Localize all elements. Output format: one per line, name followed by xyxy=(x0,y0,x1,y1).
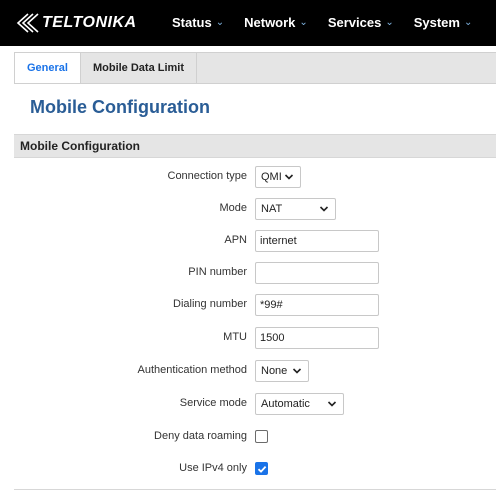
nav-item-label: Services xyxy=(327,15,382,30)
authentication-method-value: None xyxy=(261,365,288,377)
teltonika-logo-icon xyxy=(16,13,39,33)
mode-value: NAT xyxy=(261,203,283,215)
connection-type-row: Connection type QMI xyxy=(0,166,496,188)
nav-item-label: Status xyxy=(172,15,212,30)
service-mode-row: Service mode Automatic xyxy=(0,393,496,415)
chevron-down-icon: ⌄ xyxy=(463,17,473,28)
apn-label: APN xyxy=(224,234,247,246)
pin-number-input[interactable] xyxy=(255,262,379,284)
chevron-down-icon: ⌄ xyxy=(385,17,394,28)
brand-name: TELTONIKA xyxy=(42,14,137,31)
mtu-row: MTU 1500 xyxy=(0,327,496,349)
mtu-input[interactable]: 1500 xyxy=(255,327,379,349)
deny-data-roaming-checkbox[interactable] xyxy=(255,430,268,443)
service-mode-value: Automatic xyxy=(261,398,310,410)
apn-row: APN internet xyxy=(0,230,496,252)
connection-type-label: Connection type xyxy=(167,170,248,182)
mode-row: Mode NAT xyxy=(0,198,496,220)
service-mode-select[interactable]: Automatic xyxy=(255,393,344,415)
nav-item-label: System xyxy=(413,15,460,30)
chevron-down-icon xyxy=(292,368,302,374)
dialing-number-input[interactable]: *99# xyxy=(255,294,379,316)
chevron-down-icon xyxy=(319,206,329,212)
use-ipv4-only-row: Use IPv4 only xyxy=(0,458,496,480)
dialing-number-row: Dialing number *99# xyxy=(0,294,496,316)
use-ipv4-only-checkbox[interactable] xyxy=(255,462,268,475)
tab-mobile-data-limit[interactable]: Mobile Data Limit xyxy=(81,53,198,83)
connection-type-select[interactable]: QMI xyxy=(255,166,301,188)
teltonika-logo[interactable]: TELTONIKA xyxy=(14,12,137,34)
top-navigation-bar: TELTONIKA Status ⌄ Network ⌄ Services ⌄ Sys… xyxy=(0,0,496,46)
chevron-down-icon: ⌄ xyxy=(215,17,225,28)
service-mode-label: Service mode xyxy=(179,397,247,409)
chevron-down-icon xyxy=(284,174,294,180)
deny-data-roaming-row: Deny data roaming xyxy=(0,426,496,448)
connection-type-value: QMI xyxy=(261,171,282,183)
nav-item-network[interactable]: Network ⌄ xyxy=(244,15,308,30)
chevron-down-icon xyxy=(327,401,337,407)
tab-general[interactable]: General xyxy=(15,53,81,83)
tab-strip: General Mobile Data Limit xyxy=(14,52,496,84)
nav-item-label: Network xyxy=(244,15,296,30)
authentication-method-row: Authentication method None xyxy=(0,360,496,382)
chevron-down-icon: ⌄ xyxy=(299,17,308,28)
section-header: Mobile Configuration xyxy=(14,134,496,158)
tab-bar: General Mobile Data Limit xyxy=(0,46,496,84)
checkmark-icon xyxy=(257,465,266,473)
main-menu: Status ⌄ Network ⌄ Services ⌄ System ⌄ xyxy=(172,15,492,30)
apn-input[interactable]: internet xyxy=(255,230,379,252)
authentication-method-label: Authentication method xyxy=(137,364,247,376)
nav-item-status[interactable]: Status ⌄ xyxy=(172,15,224,30)
mode-label: Mode xyxy=(219,202,247,214)
divider xyxy=(14,489,496,490)
page-title: Mobile Configuration xyxy=(30,97,210,117)
deny-data-roaming-label: Deny data roaming xyxy=(154,430,247,442)
use-ipv4-only-label: Use IPv4 only xyxy=(179,462,247,474)
pin-number-label: PIN number xyxy=(188,266,247,278)
mode-select[interactable]: NAT xyxy=(255,198,336,220)
nav-item-services[interactable]: Services ⌄ xyxy=(328,15,394,30)
dialing-number-label: Dialing number xyxy=(173,298,247,310)
authentication-method-select[interactable]: None xyxy=(255,360,309,382)
mtu-label: MTU xyxy=(223,331,247,343)
nav-item-system[interactable]: System ⌄ xyxy=(414,15,473,30)
pin-row: PIN number xyxy=(0,262,496,284)
